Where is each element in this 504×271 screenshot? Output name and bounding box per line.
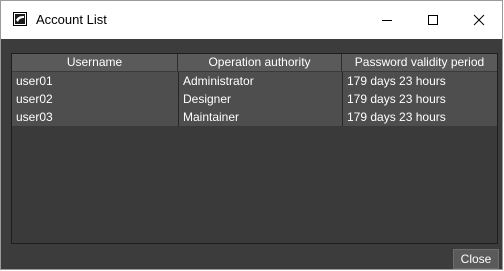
cell-password-validity: 179 days 23 hours [342, 108, 497, 126]
maximize-icon [428, 15, 438, 25]
window-title: Account List [36, 12, 107, 27]
account-table: Username Operation authority Password va… [11, 53, 498, 244]
cell-password-validity: 179 days 23 hours [342, 72, 497, 90]
close-window-button[interactable] [456, 1, 502, 39]
table-row[interactable]: user01 Administrator 179 days 23 hours [12, 72, 497, 90]
table-header: Username Operation authority Password va… [12, 54, 497, 72]
cell-username: user02 [16, 92, 53, 106]
app-logo-icon [13, 12, 27, 26]
column-header-operation-authority[interactable]: Operation authority [178, 54, 342, 71]
close-button[interactable]: Close [453, 249, 499, 269]
cell-username: user01 [16, 74, 53, 88]
minimize-icon [382, 20, 392, 21]
column-header-username[interactable]: Username [12, 54, 178, 71]
account-list-window: Account List Username Operation authorit… [0, 0, 503, 270]
title-bar[interactable]: Account List [1, 1, 502, 39]
close-icon [473, 14, 485, 26]
column-header-password-validity[interactable]: Password validity period [342, 54, 497, 71]
cell-operation-authority: Designer [178, 90, 342, 108]
table-row[interactable]: user02 Designer 179 days 23 hours [12, 90, 497, 108]
dialog-content: Username Operation authority Password va… [1, 39, 502, 269]
minimize-button[interactable] [364, 1, 410, 39]
cell-password-validity: 179 days 23 hours [342, 90, 497, 108]
maximize-button[interactable] [410, 1, 456, 39]
cell-operation-authority: Maintainer [178, 108, 342, 126]
cell-operation-authority: Administrator [178, 72, 342, 90]
table-row[interactable]: user03 Maintainer 179 days 23 hours [12, 108, 497, 126]
cell-username: user03 [16, 110, 53, 124]
